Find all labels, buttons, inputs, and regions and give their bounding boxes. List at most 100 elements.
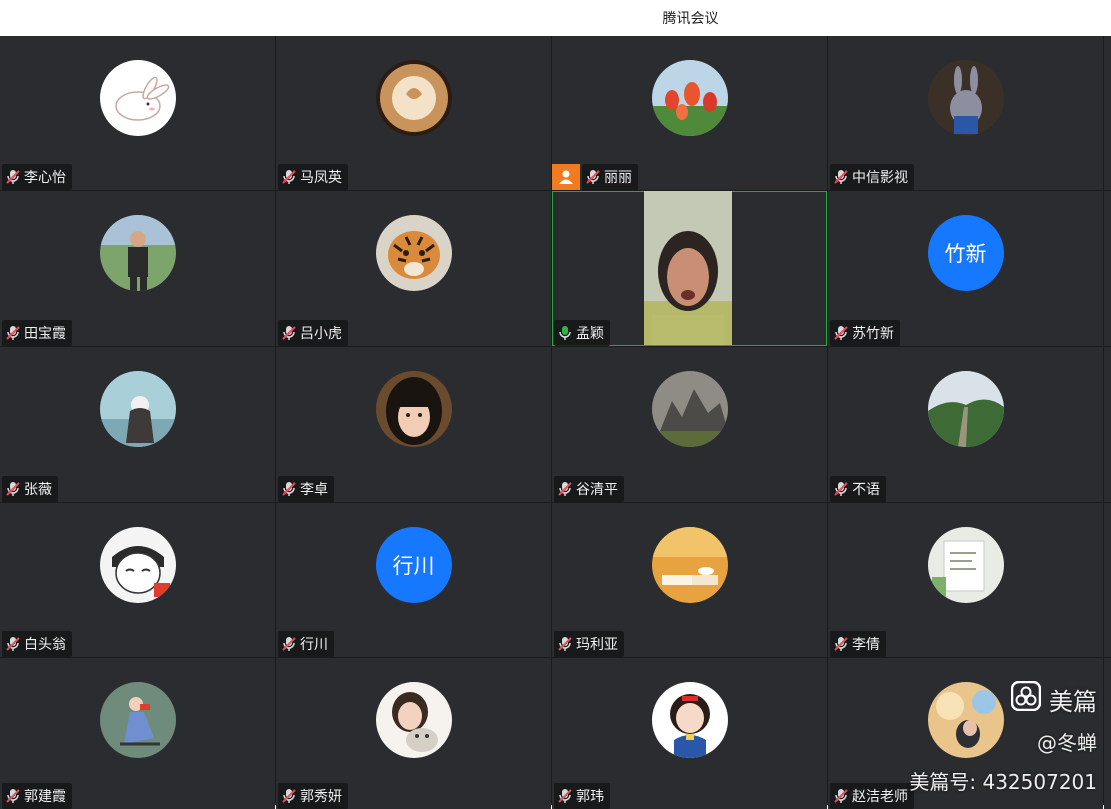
participant-tile[interactable]: 中信影视	[828, 36, 1103, 190]
nameplate: 张薇	[2, 476, 58, 502]
mic-muted-icon[interactable]	[282, 169, 296, 185]
girl-with-sky-avatar	[99, 371, 176, 447]
mic-muted-icon[interactable]	[586, 169, 600, 185]
offscreen-tile	[1104, 658, 1111, 809]
nameplate: 苏竹新	[830, 320, 900, 346]
nameplate: 田宝霞	[2, 320, 72, 346]
great-wall-avatar	[927, 371, 1004, 447]
nameplate: 谷清平	[554, 476, 624, 502]
watermark-brand: 美篇	[909, 680, 1097, 717]
participant-name: 白头翁	[24, 637, 66, 653]
mic-muted-icon[interactable]	[834, 636, 848, 652]
nameplate: 李心怡	[2, 164, 72, 190]
meipian-watermark: 美篇 @冬蝉 美篇号: 432507201	[909, 680, 1097, 795]
mic-muted-icon[interactable]	[6, 325, 20, 341]
participant-tile[interactable]: 不语	[828, 347, 1103, 502]
woman-outdoor-photo-avatar	[99, 215, 176, 291]
watermark-handle: @冬蝉	[1037, 731, 1097, 755]
nameplate: 吕小虎	[278, 320, 348, 346]
participant-tile[interactable]: 行川 行川	[276, 503, 551, 657]
nameplate: 中信影视	[830, 164, 914, 190]
mic-muted-icon[interactable]	[558, 636, 572, 652]
participant-tile[interactable]: 谷清平	[552, 347, 827, 502]
participant-name: 吕小虎	[300, 326, 342, 342]
mic-muted-icon[interactable]	[6, 169, 20, 185]
tiger-avatar	[375, 215, 452, 291]
mic-muted-icon[interactable]	[834, 325, 848, 341]
participant-name: 田宝霞	[24, 326, 66, 342]
participant-name: 郭建霞	[24, 789, 66, 805]
mic-muted-icon[interactable]	[558, 481, 572, 497]
participant-name: 玛利亚	[576, 637, 618, 653]
participant-tile[interactable]: 李倩	[828, 503, 1103, 657]
fashion-illustration-avatar	[99, 682, 176, 758]
participant-name: 行川	[300, 637, 328, 653]
participant-name: 苏竹新	[852, 326, 894, 342]
participant-name: 张薇	[24, 482, 52, 498]
nameplate: 李卓	[278, 476, 334, 502]
participant-tile[interactable]: 田宝霞	[0, 191, 275, 346]
nameplate: 行川	[278, 631, 334, 657]
participant-tile[interactable]: 竹新 苏竹新	[828, 191, 1103, 346]
participant-tile[interactable]: 白头翁	[0, 503, 275, 657]
avatar-initials-text: 行川	[392, 554, 435, 578]
mic-muted-icon[interactable]	[6, 481, 20, 497]
initials-avatar: 行川	[375, 527, 452, 603]
mic-muted-icon[interactable]	[282, 788, 296, 804]
participant-tile[interactable]: 张薇	[0, 347, 275, 502]
mic-muted-icon[interactable]	[558, 788, 572, 804]
nameplate: 李倩	[830, 631, 886, 657]
zootopia-judy-avatar	[927, 60, 1004, 136]
mic-muted-icon[interactable]	[282, 636, 296, 652]
participant-tile[interactable]: 丽丽	[552, 36, 827, 190]
offscreen-tile	[1104, 36, 1111, 190]
mic-muted-icon[interactable]	[834, 788, 848, 804]
nameplate: 郭玮	[554, 783, 610, 809]
mic-muted-icon[interactable]	[834, 169, 848, 185]
offscreen-tile	[1104, 191, 1111, 346]
participant-name: 孟颖	[576, 326, 604, 342]
nameplate: 马凤英	[278, 164, 348, 190]
rock-garden-avatar	[651, 371, 728, 447]
participant-tile[interactable]: 郭建霞	[0, 658, 275, 809]
offscreen-tile	[1104, 503, 1111, 657]
nameplate: 郭建霞	[2, 783, 72, 809]
participant-tile[interactable]: 郭秀妍	[276, 658, 551, 809]
girl-with-cat-avatar	[375, 682, 452, 758]
participant-name: 李心怡	[24, 170, 66, 186]
participant-tile[interactable]: 马凤英	[276, 36, 551, 190]
mic-muted-icon[interactable]	[282, 481, 296, 497]
snow-white-avatar	[651, 682, 728, 758]
mic-muted-icon[interactable]	[6, 788, 20, 804]
participant-name: 中信影视	[852, 170, 908, 186]
window-title: 腾讯会议	[662, 11, 719, 27]
watermark-id: 美篇号: 432507201	[909, 770, 1097, 794]
initials-avatar: 竹新	[927, 215, 1004, 291]
latte-art-avatar	[375, 60, 452, 136]
participant-tile[interactable]: 郭玮	[552, 658, 827, 809]
live-video-feed	[644, 191, 732, 345]
meipian-logo-icon	[1010, 680, 1042, 717]
nameplate: 郭秀妍	[278, 783, 348, 809]
girl-portrait-avatar	[375, 371, 452, 447]
participant-name: 李倩	[852, 637, 880, 653]
participant-name: 谷清平	[576, 482, 618, 498]
watermark-brand-text: 美篇	[1049, 687, 1097, 716]
participant-tile[interactable]: 玛利亚	[552, 503, 827, 657]
participant-name: 郭秀妍	[300, 789, 342, 805]
participant-name: 丽丽	[604, 170, 632, 186]
participant-tile[interactable]: 李卓	[276, 347, 551, 502]
book-and-coffee-avatar	[651, 527, 728, 603]
nameplate: 白头翁	[2, 631, 72, 657]
nameplate: 赵洁老师	[830, 783, 914, 809]
mic-muted-icon[interactable]	[282, 325, 296, 341]
participant-tile[interactable]: 李心怡	[0, 36, 275, 190]
window-titlebar: 腾讯会议	[0, 0, 1111, 36]
participant-tile[interactable]: 吕小虎	[276, 191, 551, 346]
mic-muted-icon[interactable]	[6, 636, 20, 652]
nameplate: 不语	[830, 476, 886, 502]
mic-muted-icon[interactable]	[834, 481, 848, 497]
writing-desk-avatar	[927, 527, 1004, 603]
speaker-video-tile[interactable]: 孟颖	[552, 191, 827, 346]
mic-speaking-icon[interactable]	[558, 325, 572, 341]
